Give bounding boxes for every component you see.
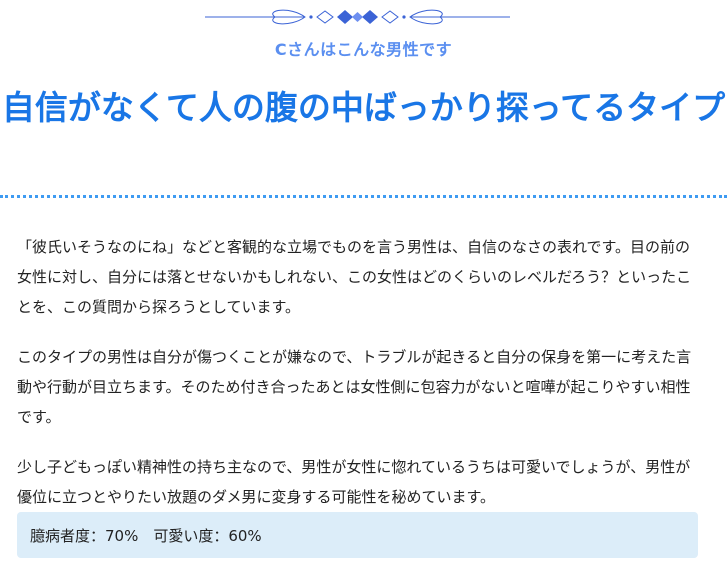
section-subtitle: Cさんはこんな男性です [274, 40, 453, 59]
decorative-divider-icon [205, 9, 510, 25]
article-section: Cさんはこんな男性です 自信がなくて人の腹の中ばっかり探ってるタイプ 「彼氏いそ… [0, 0, 727, 572]
rating-box: 臆病者度：70% 可愛い度：60% [17, 512, 698, 558]
paragraph: 「彼氏いそうなのにね」などと客観的な立場でものを言う男性は、自信のなさの表れです… [17, 238, 692, 316]
rating-text: 臆病者度：70% 可愛い度：60% [30, 526, 262, 545]
paragraph: 少し子どもっぽい精神性の持ち主なので、男性が女性に惚れているうちは可愛いでしょう… [17, 458, 691, 506]
dotted-divider [0, 195, 727, 198]
paragraph: このタイプの男性は自分が傷つくことが嫌なので、トラブルが起きると自分の保身を第一… [17, 348, 692, 426]
article-body: 「彼氏いそうなのにね」などと客観的な立場でものを言う男性は、自信のなさの表れです… [17, 232, 705, 532]
page-title: 自信がなくて人の腹の中ばっかり探ってるタイプ [1, 88, 726, 127]
